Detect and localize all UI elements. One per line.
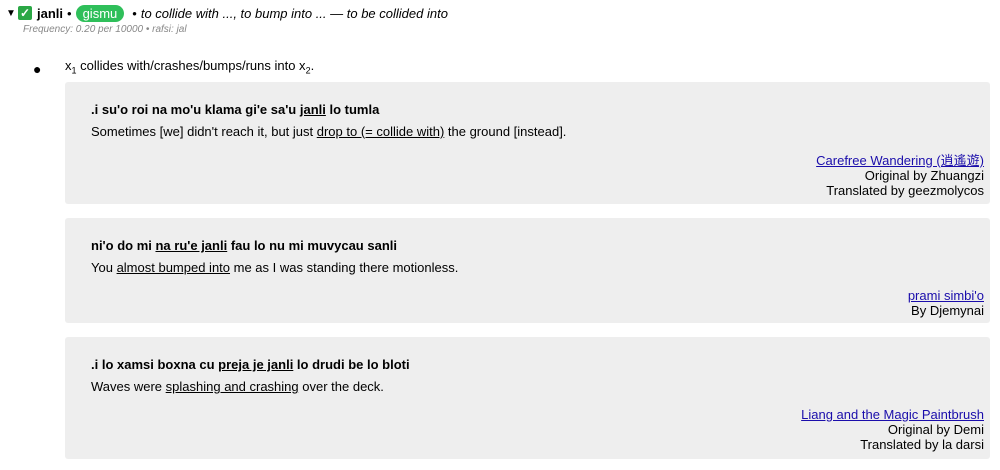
source-translator: Translated by geezmolycos	[826, 183, 984, 198]
highlighted-word: preja je janli	[218, 357, 294, 372]
lojban-sentence: ni'o do mi na ru'e janli fau lo nu mi mu…	[91, 238, 397, 253]
word-type-badge[interactable]: gismu	[75, 4, 125, 22]
example-source: prami simbi'o By Djemynai	[908, 288, 984, 318]
english-text: Sometimes [we] didn't reach it, but just	[91, 124, 317, 139]
example-source: Liang and the Magic Paintbrush Original …	[801, 407, 984, 452]
lojban-text: lo drudi be lo bloti	[293, 357, 410, 372]
place-text: .	[310, 58, 315, 73]
highlighted-word: janli	[299, 102, 326, 117]
source-link[interactable]: Carefree Wandering (逍遙遊)	[816, 153, 984, 168]
collapse-triangle-icon[interactable]: ▼	[6, 8, 18, 19]
entry-definitions: to collide with ..., to bump into ... — …	[140, 5, 448, 21]
official-check-icon: ✓	[18, 6, 32, 20]
source-author: By Djemynai	[911, 303, 984, 318]
example-card: ni'o do mi na ru'e janli fau lo nu mi mu…	[65, 218, 990, 323]
english-text: over the deck.	[298, 379, 384, 394]
lojban-text: fau lo nu mi muvycau sanli	[227, 238, 397, 253]
entry-meta: Frequency: 0.20 per 10000 • rafsi: jal	[23, 24, 187, 35]
highlighted-phrase: almost bumped into	[116, 260, 231, 275]
entry-word: janli	[37, 5, 64, 21]
english-text: the ground [instead].	[444, 124, 567, 139]
entry-header: ▼ ✓ janli • gismu • to collide with ...,…	[6, 4, 448, 22]
separator: •	[67, 5, 72, 21]
english-text: me as I was standing there motionless.	[230, 260, 459, 275]
lojban-text: .i lo xamsi boxna cu	[91, 357, 219, 372]
source-link[interactable]: Liang and the Magic Paintbrush	[801, 407, 984, 422]
source-translator: Translated by la darsi	[860, 437, 984, 452]
english-translation: Sometimes [we] didn't reach it, but just…	[91, 124, 566, 139]
english-translation: Waves were splashing and crashing over t…	[91, 379, 384, 394]
lojban-sentence: .i su'o roi na mo'u klama gi'e sa'u janl…	[91, 102, 379, 117]
example-card: .i lo xamsi boxna cu preja je janli lo d…	[65, 337, 990, 459]
lojban-text: lo tumla	[325, 102, 380, 117]
lojban-text: ni'o do mi	[91, 238, 156, 253]
example-card: .i su'o roi na mo'u klama gi'e sa'u janl…	[65, 82, 990, 204]
place-structure: x1 collides with/crashes/bumps/runs into…	[65, 58, 314, 76]
separator: •	[132, 5, 137, 21]
bullet-icon: ●	[33, 61, 42, 77]
highlighted-phrase: drop to (= collide with)	[316, 124, 445, 139]
source-link[interactable]: prami simbi'o	[908, 288, 984, 303]
english-translation: You almost bumped into me as I was stand…	[91, 260, 458, 275]
english-text: Waves were	[91, 379, 166, 394]
english-text: You	[91, 260, 117, 275]
place-text: collides with/crashes/bumps/runs into x	[76, 58, 306, 73]
highlighted-word: na ru'e janli	[155, 238, 228, 253]
highlighted-phrase: splashing and crashing	[165, 379, 299, 394]
source-author: Original by Demi	[887, 422, 984, 437]
source-author: Original by Zhuangzi	[864, 168, 984, 183]
example-source: Carefree Wandering (逍遙遊) Original by Zhu…	[816, 153, 984, 198]
lojban-sentence: .i lo xamsi boxna cu preja je janli lo d…	[91, 357, 410, 372]
lojban-text: .i su'o roi na mo'u klama gi'e sa'u	[91, 102, 300, 117]
